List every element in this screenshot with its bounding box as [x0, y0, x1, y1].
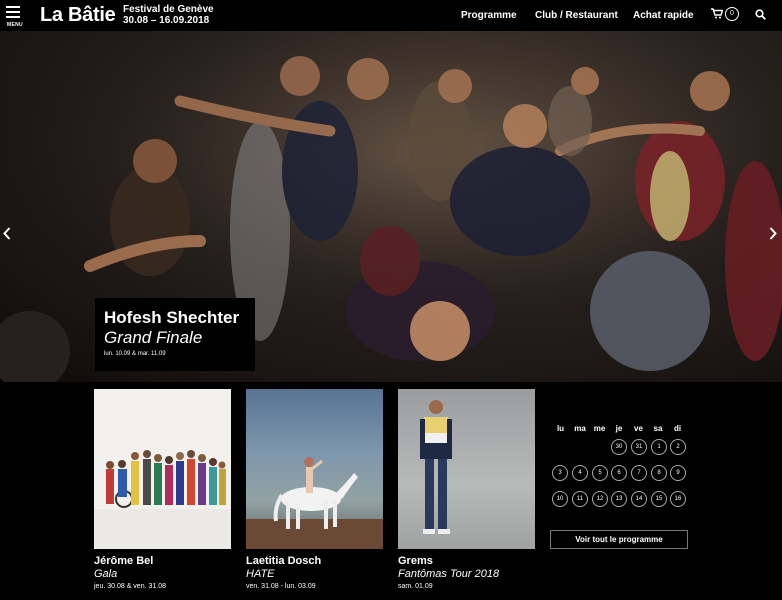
- calendar-day[interactable]: 1: [651, 439, 667, 455]
- calendar-day[interactable]: 4: [572, 465, 588, 481]
- menu-label: MENU: [7, 22, 23, 28]
- previous-slide-arrow-icon[interactable]: [3, 227, 11, 240]
- calendar-day[interactable]: 15: [651, 491, 667, 507]
- event-artist: Jérôme Bel: [94, 555, 154, 567]
- event-dates: jeu. 30.08 & ven. 31.08: [94, 583, 166, 590]
- event-dates: ven. 31.08 - lun. 03.09: [246, 583, 316, 590]
- calendar-day[interactable]: 5: [592, 465, 608, 481]
- weekday-label: me: [593, 424, 606, 433]
- calendar-day[interactable]: 30: [611, 439, 627, 455]
- nav-programme[interactable]: Programme: [461, 10, 517, 21]
- hero-caption[interactable]: Hofesh Shechter Grand Finale lun. 10.09 …: [95, 298, 255, 371]
- cart-button[interactable]: 0: [711, 7, 739, 21]
- event-card[interactable]: Laetitia Dosch HATE ven. 31.08 - lun. 03…: [246, 389, 383, 590]
- menu-button[interactable]: MENU: [6, 6, 23, 28]
- cart-icon: [711, 8, 723, 19]
- calendar-day[interactable]: 9: [670, 465, 686, 481]
- event-image: [94, 389, 231, 549]
- calendar-weekdays: lu ma me je ve sa di: [550, 424, 688, 433]
- event-show: Fantômas Tour 2018: [398, 568, 500, 580]
- calendar-week-2: 3 4 5 6 7 8 9: [550, 465, 688, 485]
- event-image: [246, 389, 383, 549]
- cart-count-badge: 0: [725, 7, 739, 21]
- next-slide-arrow-icon[interactable]: [769, 227, 777, 240]
- festival-dates: 30.08 – 16.09.2018: [123, 15, 210, 26]
- calendar-day[interactable]: 7: [631, 465, 647, 481]
- calendar-week-3: 10 11 12 13 14 15 16: [550, 491, 688, 511]
- calendar-day[interactable]: 6: [611, 465, 627, 481]
- view-full-programme-button[interactable]: Voir tout le programme: [550, 530, 688, 549]
- weekday-label: sa: [653, 424, 663, 433]
- site-header: MENU La Bâtie Festival de Genève 30.08 –…: [0, 0, 782, 31]
- calendar-day[interactable]: 12: [592, 491, 608, 507]
- hero-artist: Hofesh Shechter: [104, 308, 240, 327]
- weekday-label: lu: [556, 424, 565, 433]
- calendar-week-1: 30 31 1 2: [550, 439, 688, 459]
- calendar-day[interactable]: 3: [552, 465, 568, 481]
- hero-dates: lun. 10.09 & mar. 11.09: [104, 351, 166, 357]
- calendar-day[interactable]: 10: [552, 491, 568, 507]
- calendar-day[interactable]: 14: [631, 491, 647, 507]
- weekday-label: di: [673, 424, 682, 433]
- event-show: Gala: [94, 568, 118, 580]
- event-image: [398, 389, 535, 549]
- calendar-day[interactable]: 31: [631, 439, 647, 455]
- festival-name: Festival de Genève: [123, 4, 214, 15]
- calendar-day[interactable]: 2: [670, 439, 686, 455]
- calendar-day[interactable]: 16: [670, 491, 686, 507]
- festival-subtitle: Festival de Genève 30.08 – 16.09.2018: [123, 4, 214, 26]
- mini-calendar: lu ma me je ve sa di 30 31 1 2 3 4 5 6 7…: [550, 424, 688, 511]
- menu-icon-bar: [6, 16, 20, 18]
- site-logo[interactable]: La Bâtie: [40, 4, 116, 27]
- event-artist: Grems: [398, 555, 433, 567]
- weekday-label: ve: [634, 424, 643, 433]
- nav-club-restaurant[interactable]: Club / Restaurant: [535, 10, 618, 21]
- weekday-label: je: [615, 424, 623, 433]
- nav-achat-rapide[interactable]: Achat rapide: [633, 10, 694, 21]
- event-dates: sam. 01.09: [398, 583, 433, 590]
- event-artist: Laetitia Dosch: [246, 555, 322, 567]
- calendar-day[interactable]: 13: [611, 491, 627, 507]
- weekday-label: ma: [574, 424, 586, 433]
- calendar-day[interactable]: 11: [572, 491, 588, 507]
- hero-show: Grand Finale: [104, 328, 203, 347]
- event-card[interactable]: Jérôme Bel Gala jeu. 30.08 & ven. 31.08: [94, 389, 231, 590]
- menu-icon: [6, 6, 20, 8]
- event-show: HATE: [246, 568, 275, 580]
- calendar-day[interactable]: 8: [651, 465, 667, 481]
- menu-icon-bar: [6, 11, 20, 13]
- event-card[interactable]: Grems Fantômas Tour 2018 sam. 01.09: [398, 389, 535, 590]
- search-icon[interactable]: [755, 9, 766, 20]
